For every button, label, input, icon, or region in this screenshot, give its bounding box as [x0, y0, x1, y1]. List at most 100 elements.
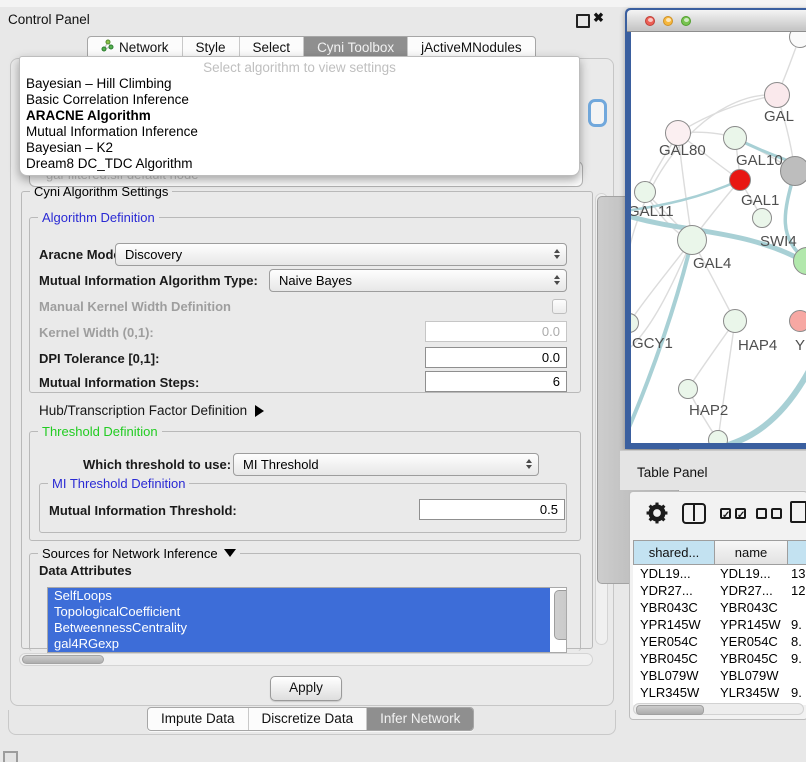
- network-node-gal1[interactable]: [729, 169, 751, 191]
- network-canvas[interactable]: GALGAL80GAL10GAL1SWI4GAL11GAL4GCY1HAP4YH…: [631, 32, 806, 443]
- close-traffic-light-icon[interactable]: [645, 16, 655, 26]
- table-cell[interactable]: 9.: [788, 684, 806, 701]
- table-cell[interactable]: YBL079W: [715, 667, 788, 684]
- table-cell[interactable]: YDR27...: [633, 582, 715, 599]
- network-node-hap4[interactable]: [723, 309, 747, 333]
- table-cell[interactable]: YDR27...: [715, 582, 788, 599]
- focused-spinner-button[interactable]: [588, 99, 607, 127]
- table-cell[interactable]: YER054C: [633, 633, 715, 650]
- tab-label: Discretize Data: [262, 708, 354, 730]
- deselect-all-checkboxes-icon[interactable]: [756, 508, 782, 526]
- network-node[interactable]: [708, 430, 728, 443]
- table-cell[interactable]: YBR045C: [633, 650, 715, 667]
- settings-vertical-scrollbar[interactable]: [595, 193, 608, 645]
- dpi-tolerance-field[interactable]: 0.0: [425, 347, 567, 368]
- network-node-gal11[interactable]: [634, 181, 656, 203]
- table-cell[interactable]: YDL19...: [715, 565, 788, 582]
- which-threshold-combo[interactable]: MI Threshold: [233, 453, 539, 476]
- table-cell[interactable]: 9.: [788, 616, 806, 633]
- hub-definition-expander[interactable]: Hub/Transcription Factor Definition: [39, 403, 264, 418]
- network-node-hap2[interactable]: [678, 379, 698, 399]
- table-horizontal-scrollbar[interactable]: [633, 703, 804, 715]
- table-row[interactable]: YLR345WYLR345W9.: [633, 684, 806, 701]
- network-window-titlebar[interactable]: [627, 10, 806, 32]
- mi-steps-value: 6: [553, 374, 560, 389]
- network-node-gal4[interactable]: [677, 225, 707, 255]
- mi-threshold-field[interactable]: 0.5: [419, 499, 565, 520]
- attributes-scrollbar[interactable]: [553, 590, 565, 646]
- mi-algorithm-type-value: Naive Bayes: [279, 273, 352, 288]
- table-row[interactable]: YDR27...YDR27...12: [633, 582, 806, 599]
- dock-panel-icon[interactable]: [3, 751, 18, 762]
- algorithm-option[interactable]: Dream8 DC_TDC Algorithm: [20, 156, 579, 172]
- attribute-list-item[interactable]: SelfLoops: [48, 588, 550, 604]
- network-node-gal10[interactable]: [723, 126, 747, 150]
- bottom-tab-impute-data[interactable]: Impute Data: [148, 708, 249, 730]
- algorithm-option[interactable]: ARACNE Algorithm: [20, 108, 579, 124]
- data-attributes-label: Data Attributes: [39, 563, 132, 578]
- mi-threshold-label: Mutual Information Threshold:: [49, 503, 237, 518]
- table-cell[interactable]: YBR043C: [715, 599, 788, 616]
- close-icon[interactable]: ✖: [593, 10, 604, 26]
- table-cell[interactable]: YDL19...: [633, 565, 715, 582]
- document-icon[interactable]: [790, 501, 806, 523]
- table-cell[interactable]: YBR045C: [715, 650, 788, 667]
- table-cell[interactable]: YBR043C: [633, 599, 715, 616]
- mi-algorithm-type-combo[interactable]: Naive Bayes: [269, 269, 567, 292]
- network-node-swi4[interactable]: [752, 208, 772, 228]
- network-node-gal[interactable]: [764, 82, 790, 108]
- table-cell[interactable]: YLR345W: [715, 684, 788, 701]
- minimize-traffic-light-icon[interactable]: [663, 16, 673, 26]
- split-columns-icon[interactable]: [682, 503, 706, 524]
- sources-title-text: Sources for Network Inference: [42, 546, 218, 561]
- table-row[interactable]: YBR043CYBR043C: [633, 599, 806, 616]
- network-node-label: GAL10: [736, 152, 783, 169]
- network-node-label: GAL4: [693, 255, 731, 272]
- table-cell[interactable]: YPR145W: [633, 616, 715, 633]
- app-root: Control Panel ✖ NetworkStyleSelectCyni T…: [0, 0, 806, 762]
- network-node[interactable]: [780, 156, 806, 186]
- table-cell[interactable]: YLR345W: [633, 684, 715, 701]
- apply-button[interactable]: Apply: [270, 676, 342, 701]
- table-column-header[interactable]: [788, 540, 806, 565]
- table-cell[interactable]: [788, 667, 806, 684]
- bottom-tab-discretize-data[interactable]: Discretize Data: [249, 708, 368, 730]
- network-node-label: GAL: [764, 108, 794, 125]
- tab-label: Infer Network: [380, 708, 460, 730]
- table-row[interactable]: YBL079WYBL079W: [633, 667, 806, 684]
- table-row[interactable]: YDL19...YDL19...13: [633, 565, 806, 582]
- table-row[interactable]: YPR145WYPR145W9.: [633, 616, 806, 633]
- table-column-header[interactable]: shared...: [633, 540, 715, 565]
- algorithm-option[interactable]: Mutual Information Inference: [20, 124, 579, 140]
- table-cell[interactable]: YBL079W: [633, 667, 715, 684]
- table-cell[interactable]: 9.: [788, 650, 806, 667]
- table-cell[interactable]: [788, 599, 806, 616]
- bottom-tab-infer-network[interactable]: Infer Network: [367, 708, 473, 730]
- aracne-mode-combo[interactable]: Discovery: [115, 243, 567, 266]
- algorithm-option[interactable]: Basic Correlation Inference: [20, 92, 579, 108]
- settings-gear-icon[interactable]: [646, 502, 668, 529]
- sources-group-title[interactable]: Sources for Network Inference: [38, 546, 240, 561]
- algorithm-option[interactable]: Bayesian – Hill Climbing: [20, 76, 579, 92]
- select-all-checkboxes-icon[interactable]: ✓✓: [720, 508, 746, 526]
- table-cell[interactable]: 8.: [788, 633, 806, 650]
- table-cell[interactable]: YER054C: [715, 633, 788, 650]
- zoom-traffic-light-icon[interactable]: [681, 16, 691, 26]
- table-cell[interactable]: YPR145W: [715, 616, 788, 633]
- expand-right-icon: [255, 405, 264, 417]
- algorithm-option[interactable]: Bayesian – K2: [20, 140, 579, 156]
- table-column-header[interactable]: name: [715, 540, 788, 565]
- kernel-width-value: 0.0: [542, 324, 560, 339]
- network-node-y[interactable]: [789, 310, 806, 332]
- table-cell[interactable]: 13: [788, 565, 806, 582]
- attribute-list-item[interactable]: gal4RGexp: [48, 636, 550, 652]
- table-cell[interactable]: 12: [788, 582, 806, 599]
- table-row[interactable]: YBR045CYBR045C9.: [633, 650, 806, 667]
- float-window-icon[interactable]: [576, 14, 590, 28]
- mi-steps-field[interactable]: 6: [425, 371, 567, 392]
- attribute-list-item[interactable]: TopologicalCoefficient: [48, 604, 550, 620]
- attribute-list-item[interactable]: BetweennessCentrality: [48, 620, 550, 636]
- table-row[interactable]: YER054CYER054C8.: [633, 633, 806, 650]
- combo-arrows-icon: [554, 275, 560, 285]
- settings-horizontal-scrollbar[interactable]: [19, 653, 593, 666]
